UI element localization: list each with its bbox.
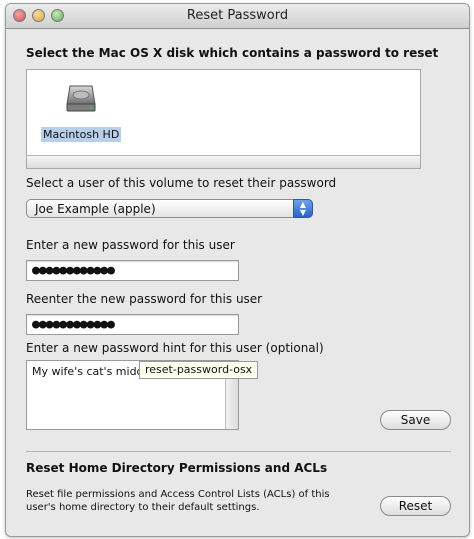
acl-description-line: user's home directory to their default s… (26, 502, 260, 513)
reset-password-window: Reset Password Select the Mac OS X disk … (5, 3, 470, 537)
tooltip: reset-password-osx (139, 361, 259, 379)
disk-section-label: Select the Mac OS X disk which contains … (26, 46, 439, 60)
save-button[interactable]: Save (380, 410, 451, 430)
hard-drive-icon (66, 85, 96, 112)
acl-description-line: Reset file permissions and Access Contro… (26, 489, 330, 500)
acl-description: Reset file permissions and Access Contro… (26, 488, 356, 514)
hint-label: Enter a new password hint for this user … (26, 341, 324, 355)
disk-list[interactable]: Macintosh HD (26, 69, 421, 169)
disk-name: Macintosh HD (41, 127, 122, 142)
hint-text: My wife's cat's midd (32, 365, 144, 378)
user-popup-button[interactable]: Joe Example (apple) ▲ ▼ (26, 199, 313, 218)
new-password-field[interactable]: ●●●●●●●●●●●● (26, 260, 239, 281)
title-bar: Reset Password (6, 4, 469, 29)
separator (26, 451, 451, 452)
user-popup-value: Joe Example (apple) (35, 202, 156, 216)
window-title: Reset Password (186, 8, 289, 23)
popup-arrows-icon: ▲ ▼ (293, 199, 313, 218)
horizontal-scrollbar[interactable] (27, 155, 420, 168)
password-label: Enter a new password for this user (26, 238, 235, 252)
confirm-password-label: Reenter the new password for this user (26, 292, 263, 306)
reset-button[interactable]: Reset (380, 496, 451, 516)
user-section-label: Select a user of this volume to reset th… (26, 176, 337, 190)
acl-section-title: Reset Home Directory Permissions and ACL… (26, 461, 328, 475)
confirm-password-field[interactable]: ●●●●●●●●●●●● (26, 314, 239, 335)
